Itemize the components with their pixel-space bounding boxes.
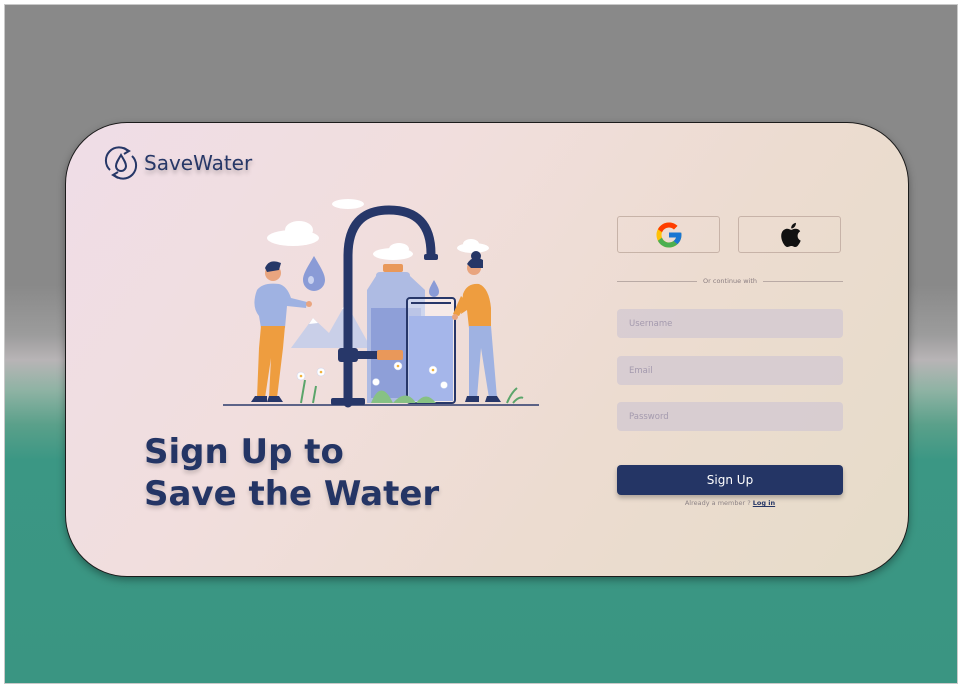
brand-logo[interactable]: SaveWater	[104, 145, 252, 181]
divider-text: Or continue with	[703, 277, 757, 285]
username-input[interactable]	[617, 309, 843, 338]
email-input[interactable]	[617, 356, 843, 385]
google-signin-button[interactable]	[617, 216, 720, 253]
login-prompt: Already a member ? Log in	[617, 499, 843, 507]
apple-icon	[780, 222, 801, 247]
signup-card: SaveWater Sign Up to Save the Water Or c…	[65, 122, 909, 577]
signup-button[interactable]: Sign Up	[617, 465, 843, 495]
login-link[interactable]: Log in	[753, 499, 775, 507]
hero-line-2: Save the Water	[144, 474, 440, 514]
social-divider: Or continue with	[617, 275, 844, 287]
divider-line	[617, 280, 698, 282]
apple-signin-button[interactable]	[738, 216, 841, 253]
brand-name: SaveWater	[144, 151, 253, 175]
app-background: SaveWater Sign Up to Save the Water Or c…	[4, 4, 958, 684]
divider-line	[763, 280, 844, 282]
water-drop-recycle-icon	[104, 146, 138, 180]
hero-line-1: Sign Up to	[144, 432, 344, 472]
hero-headline: Sign Up to Save the Water	[144, 431, 439, 515]
google-icon	[656, 222, 681, 247]
password-input[interactable]	[617, 402, 843, 431]
member-text: Already a member ?	[684, 499, 751, 507]
water-tap-illustration	[223, 199, 539, 408]
